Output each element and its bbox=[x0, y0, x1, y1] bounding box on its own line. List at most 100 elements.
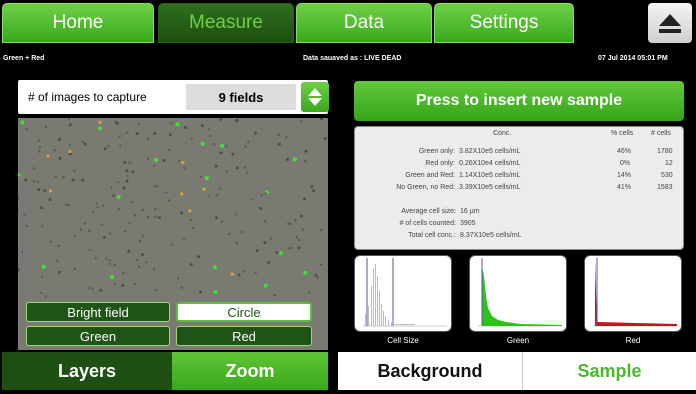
cell-dot bbox=[18, 197, 20, 201]
row-label: Green and Red: bbox=[405, 172, 455, 179]
cell-dot bbox=[102, 204, 105, 208]
cell-dot bbox=[157, 216, 161, 220]
cell-dot bbox=[170, 122, 173, 125]
tab-data[interactable]: Data bbox=[296, 3, 432, 43]
cell-dot bbox=[146, 215, 150, 219]
header-pct: % cells bbox=[611, 130, 634, 137]
arrow-down-icon[interactable] bbox=[308, 98, 322, 106]
cell-dot bbox=[189, 263, 193, 267]
tab-sample[interactable]: Sample bbox=[522, 352, 696, 390]
cell-dot bbox=[38, 145, 42, 149]
insert-sample-button[interactable]: Press to insert new sample bbox=[354, 81, 684, 121]
cell-dot bbox=[180, 211, 183, 215]
layer-green-button[interactable]: Green bbox=[26, 326, 170, 346]
microscope-image[interactable] bbox=[18, 118, 328, 298]
cell-dot bbox=[242, 270, 245, 273]
histogram-green[interactable] bbox=[469, 255, 567, 332]
red-histogram-plot bbox=[593, 258, 677, 327]
layer-red-button[interactable]: Red bbox=[176, 326, 312, 346]
row-count: 12 bbox=[665, 160, 673, 167]
cell-dot bbox=[154, 157, 159, 162]
cell-dot bbox=[302, 228, 305, 231]
cell-dot bbox=[275, 251, 279, 254]
cell-dot bbox=[37, 139, 40, 142]
cell-dot bbox=[154, 207, 157, 211]
histogram-label-cell-size: Cell Size bbox=[387, 336, 419, 345]
cell-dot bbox=[103, 236, 106, 239]
cell-dot bbox=[263, 283, 268, 288]
cell-dot bbox=[279, 251, 283, 256]
cell-dot bbox=[87, 286, 90, 290]
cell-dot bbox=[153, 184, 156, 188]
cell-dot bbox=[122, 186, 126, 190]
cell-dot bbox=[54, 175, 57, 178]
cell-dot bbox=[73, 169, 76, 173]
cell-dot bbox=[55, 259, 58, 262]
cell-dot bbox=[225, 170, 229, 173]
eject-button[interactable] bbox=[648, 3, 692, 43]
cell-dot bbox=[214, 164, 218, 168]
cell-dot bbox=[71, 178, 75, 182]
cell-dot bbox=[208, 134, 212, 138]
cell-dot bbox=[24, 178, 28, 182]
cell-dot bbox=[153, 164, 156, 167]
cell-dot bbox=[303, 159, 307, 163]
histogram-cell-size[interactable] bbox=[354, 255, 452, 332]
row-pct: 14% bbox=[617, 172, 632, 179]
histogram-red[interactable] bbox=[584, 255, 682, 332]
cell-dot bbox=[32, 167, 36, 170]
cell-dot bbox=[137, 265, 141, 268]
capture-value[interactable]: 9 fields bbox=[186, 84, 296, 110]
cell-dot bbox=[73, 235, 77, 238]
cell-dot bbox=[20, 251, 24, 254]
tab-layers[interactable]: Layers bbox=[2, 352, 172, 390]
cell-dot bbox=[18, 268, 21, 271]
cell-dot bbox=[110, 274, 115, 279]
cell-dot bbox=[212, 265, 217, 270]
layer-bright-field-button[interactable]: Bright field bbox=[26, 302, 170, 322]
cell-dot bbox=[177, 159, 181, 163]
cell-dot bbox=[312, 189, 316, 193]
cell-dot bbox=[200, 141, 205, 146]
cell-dot bbox=[154, 288, 157, 292]
cell-dot bbox=[68, 149, 72, 154]
tab-settings[interactable]: Settings bbox=[434, 3, 574, 43]
layer-circle-button[interactable]: Circle bbox=[176, 302, 312, 322]
cell-dot bbox=[43, 189, 47, 193]
cell-dot bbox=[96, 206, 99, 209]
cell-dot bbox=[263, 219, 266, 223]
cell-dot bbox=[286, 157, 290, 161]
tab-background[interactable]: Background bbox=[338, 352, 522, 390]
fields-stepper[interactable] bbox=[301, 82, 329, 112]
arrow-up-icon[interactable] bbox=[308, 88, 322, 96]
tab-measure[interactable]: Measure bbox=[158, 3, 294, 43]
cell-dot bbox=[254, 271, 257, 274]
cell-dot bbox=[138, 240, 142, 243]
tab-zoom[interactable]: Zoom bbox=[172, 352, 328, 390]
cell-dot bbox=[57, 244, 61, 247]
results-panel: Conc. % cells # cells Green only: 3.82X1… bbox=[354, 126, 684, 250]
cell-dot bbox=[297, 238, 301, 242]
cell-dot bbox=[300, 120, 303, 123]
cell-dot bbox=[319, 263, 323, 266]
cell-dot bbox=[110, 186, 113, 189]
cell-dot bbox=[125, 169, 129, 173]
cell-dot bbox=[41, 225, 44, 228]
cell-dot bbox=[113, 194, 116, 197]
tab-home[interactable]: Home bbox=[2, 3, 154, 43]
cell-dot bbox=[131, 200, 134, 204]
row-pct: 41% bbox=[617, 184, 632, 191]
cell-dot bbox=[180, 286, 183, 289]
cell-dot bbox=[94, 257, 98, 260]
cell-dot bbox=[152, 267, 156, 271]
cell-dot bbox=[53, 149, 56, 152]
row-conc: 1.14X10e5 cells/mL bbox=[459, 172, 521, 179]
cell-dot bbox=[199, 175, 202, 179]
cell-dot bbox=[287, 222, 290, 225]
cell-dot bbox=[73, 267, 76, 271]
cell-dot bbox=[68, 123, 72, 127]
cell-dot bbox=[40, 206, 44, 210]
cell-dot bbox=[197, 255, 201, 259]
cell-dot bbox=[310, 185, 314, 189]
cell-dot bbox=[116, 194, 121, 199]
